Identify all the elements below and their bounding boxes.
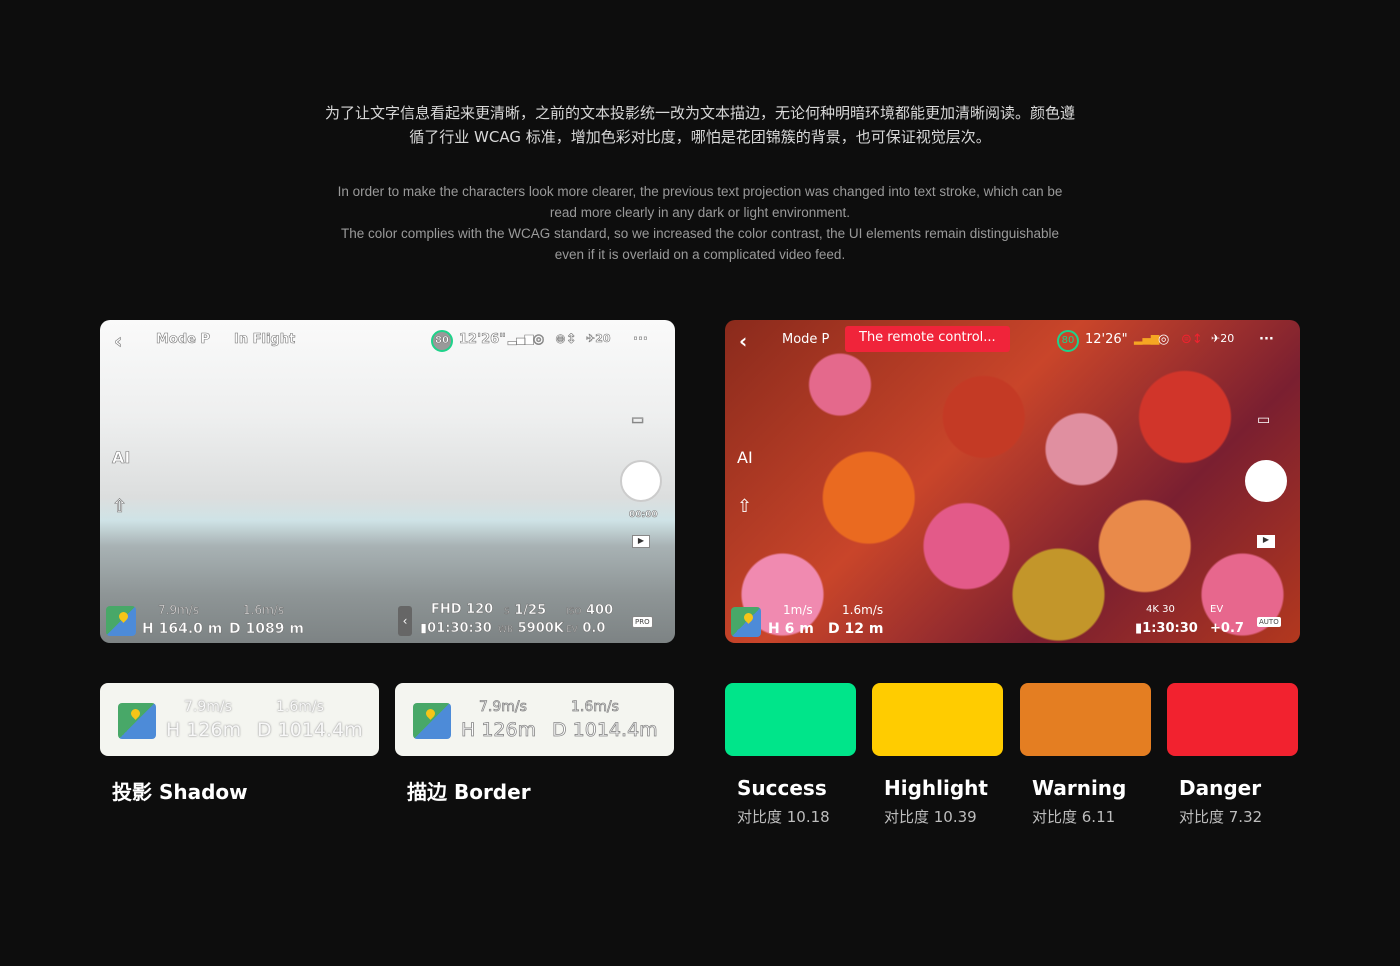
vision-icon: ⊜↕ <box>1181 332 1203 347</box>
satellite-count: 20 <box>595 332 611 346</box>
satellite-count: 20 <box>1220 332 1235 345</box>
shadow-sample-tile: 7.9m/s 1.6m/s H 126m D 1014.4m <box>100 683 379 756</box>
highlight-swatch <box>872 683 1003 756</box>
signal-icon: ▂▄▆ <box>1134 332 1160 345</box>
ev-label: EV <box>566 625 578 636</box>
signal-icon: ▂▄▆ <box>508 332 534 346</box>
map-icon <box>118 703 156 739</box>
satellite-icon: ✈20 <box>1211 332 1235 345</box>
collapse-params-button[interactable]: ‹ <box>398 606 412 636</box>
satellite-icon: ✈20 <box>586 332 611 346</box>
flight-mode[interactable]: Mode P <box>782 332 829 347</box>
intro-cn-line: 为了让文字信息看起来更清晰，之前的文本投影统一改为文本描边，无论何种明暗环境都能… <box>324 104 1075 122</box>
shutter-button[interactable] <box>620 460 662 502</box>
border-sample-tile: 7.9m/s 1.6m/s H 126m D 1014.4m <box>395 683 674 756</box>
map-icon[interactable] <box>731 607 761 637</box>
border-label: 描边 Border <box>407 780 531 804</box>
iso-value[interactable]: 400 <box>586 603 614 619</box>
horizontal-speed: 7.9m/s <box>158 603 200 618</box>
swatch-contrast: 对比度 6.11 <box>1032 808 1116 826</box>
iso-label: ISO <box>566 607 582 618</box>
horizontal-speed: 1m/s <box>783 603 813 617</box>
ai-tracking-icon[interactable]: AI <box>737 448 753 467</box>
warning-swatch <box>1020 683 1151 756</box>
intro-en-line: even if it is overlaid on a complicated … <box>554 247 846 262</box>
shutter-value[interactable]: 1/25 <box>514 603 546 619</box>
intro-en-line: The color complies with the WCAG standar… <box>340 226 1060 241</box>
flight-status: In Flight <box>234 332 296 348</box>
more-icon[interactable]: ··· <box>1259 332 1274 347</box>
flight-screen-flowers: ‹ Mode P The remote control... 80 12'26"… <box>725 320 1300 643</box>
camera-switch-icon[interactable]: ▭ <box>631 412 645 429</box>
wb-value[interactable]: 5900K <box>517 621 564 637</box>
shutter-label: S <box>504 607 510 618</box>
alert-chip[interactable]: The remote control... <box>845 326 1010 352</box>
map-icon[interactable] <box>106 606 136 636</box>
danger-swatch <box>1167 683 1298 756</box>
back-icon[interactable]: ‹ <box>739 331 747 351</box>
storage-time: 1:30:30 <box>1142 621 1198 636</box>
swatch-name: Success <box>737 776 827 800</box>
map-icon <box>413 703 451 739</box>
obstacle-icon: ◎ <box>533 332 545 348</box>
shutter-button[interactable] <box>1245 460 1287 502</box>
obstacle-icon: ◎ <box>1158 332 1170 347</box>
success-swatch <box>725 683 856 756</box>
intro-cn-line: 循了行业 WCAG 标准，增加色彩对比度，哪怕是花团锦簇的背景，也可保证视觉层次… <box>409 128 991 146</box>
altitude: H 164.0 m <box>142 621 223 638</box>
vision-icon: ⊜↕ <box>555 332 577 348</box>
horizontal-speed: 7.9m/s <box>479 699 528 716</box>
distance: D 1089 m <box>229 621 305 638</box>
shadow-label: 投影 Shadow <box>112 780 248 804</box>
ev-label: EV <box>1210 604 1224 615</box>
flight-mode[interactable]: Mode P <box>156 332 211 348</box>
playback-icon[interactable]: ▶ <box>1257 535 1275 548</box>
horizontal-speed: 7.9m/s <box>184 699 232 715</box>
ev-value[interactable]: +0.7 <box>1210 621 1244 636</box>
intro-chinese: 为了让文字信息看起来更清晰，之前的文本投影统一改为文本描边，无论何种明暗环境都能… <box>0 101 1400 149</box>
distance: D 12 m <box>828 621 884 637</box>
ev-value[interactable]: 0.0 <box>582 621 606 637</box>
swatch-contrast: 对比度 10.18 <box>737 808 830 826</box>
vertical-speed: 1.6m/s <box>842 603 884 617</box>
altitude: H 6 m <box>768 621 814 637</box>
swatch-contrast: 对比度 7.32 <box>1179 808 1263 826</box>
distance: D 1014.4m <box>552 719 658 742</box>
takeoff-icon[interactable]: ⇧ <box>737 496 752 517</box>
battery-icon: 80 <box>431 330 453 352</box>
camera-switch-icon[interactable]: ▭ <box>1257 412 1270 428</box>
vertical-speed: 1.6m/s <box>571 699 620 716</box>
vertical-speed: 1.6m/s <box>276 699 324 715</box>
more-icon[interactable]: ··· <box>633 332 648 348</box>
swatch-name: Warning <box>1032 776 1127 800</box>
intro-english: In order to make the characters look mor… <box>0 181 1400 265</box>
distance: D 1014.4m <box>257 719 363 741</box>
wb-label: WB <box>498 625 514 636</box>
takeoff-icon[interactable]: ⇧ <box>112 496 128 518</box>
playback-icon[interactable]: ▶ <box>632 535 650 548</box>
intro-en-line: In order to make the characters look mor… <box>337 184 1063 199</box>
back-icon[interactable]: ‹ <box>114 331 123 352</box>
intro-en-line: read more clearly in any dark or light e… <box>549 205 851 220</box>
swatch-contrast: 对比度 10.39 <box>884 808 977 826</box>
flight-time: 12'26" <box>1085 332 1128 347</box>
vertical-speed: 1.6m/s <box>243 603 285 618</box>
ai-tracking-icon[interactable]: AI <box>112 448 131 468</box>
altitude: H 126m <box>166 719 242 741</box>
swatch-name: Danger <box>1179 776 1262 800</box>
camera-mode-icon[interactable]: AUTO <box>1257 617 1281 627</box>
flight-screen-light: ‹ Mode P In Flight 80 12'26" ▂▄▆ ◎ ⊜↕ ✈2… <box>100 320 675 643</box>
battery-icon: 80 <box>1057 330 1079 352</box>
resolution[interactable]: 4K 30 <box>1146 604 1175 615</box>
record-time: 00:00 <box>629 510 658 521</box>
resolution[interactable]: FHD 120 <box>431 602 494 618</box>
altitude: H 126m <box>461 719 537 742</box>
storage-time: 01:30:30 <box>427 621 492 637</box>
camera-mode-icon[interactable]: PRO <box>632 616 653 628</box>
swatch-name: Highlight <box>884 776 988 800</box>
flight-time: 12'26" <box>459 332 507 348</box>
